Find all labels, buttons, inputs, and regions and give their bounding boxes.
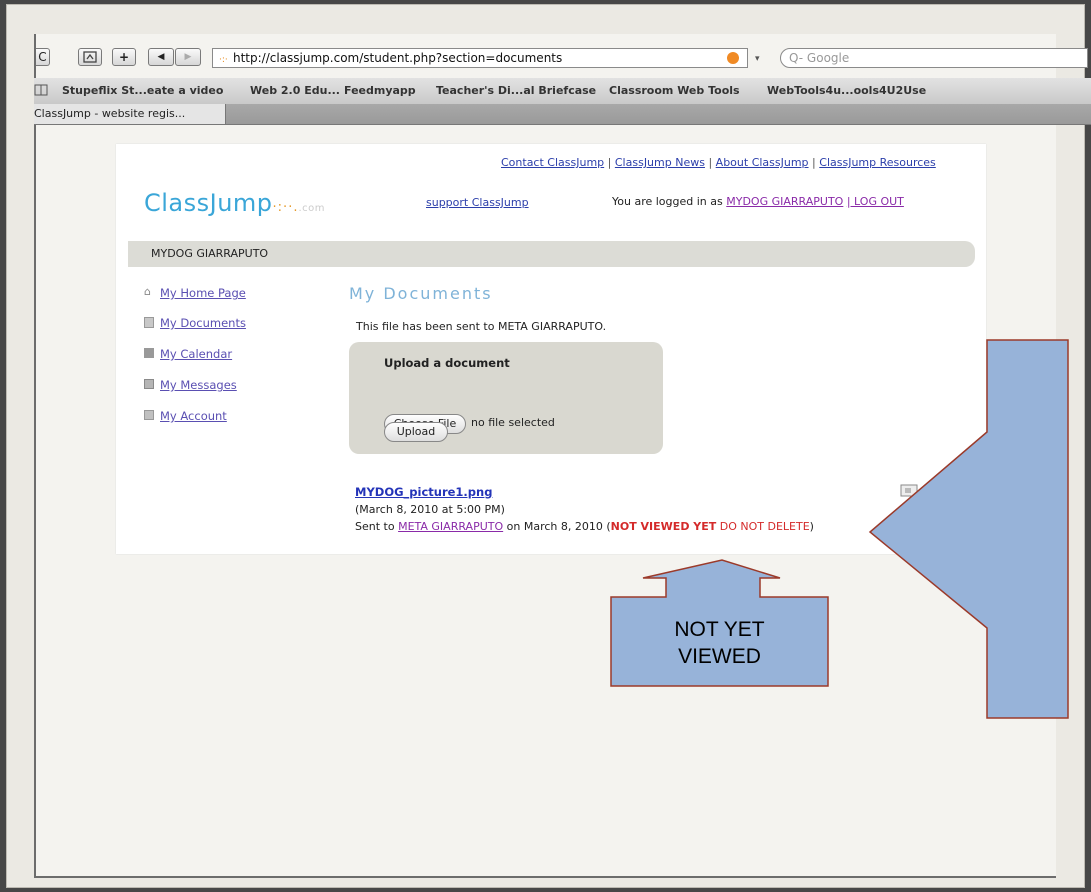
callout-line-1: NOT YET bbox=[674, 618, 765, 641]
callout-arrows bbox=[610, 339, 1069, 719]
large-left-arrow-shape bbox=[868, 339, 1069, 719]
not-yet-viewed-callout: NOT YET VIEWED bbox=[611, 598, 828, 687]
callout-line-2: VIEWED bbox=[678, 645, 761, 668]
